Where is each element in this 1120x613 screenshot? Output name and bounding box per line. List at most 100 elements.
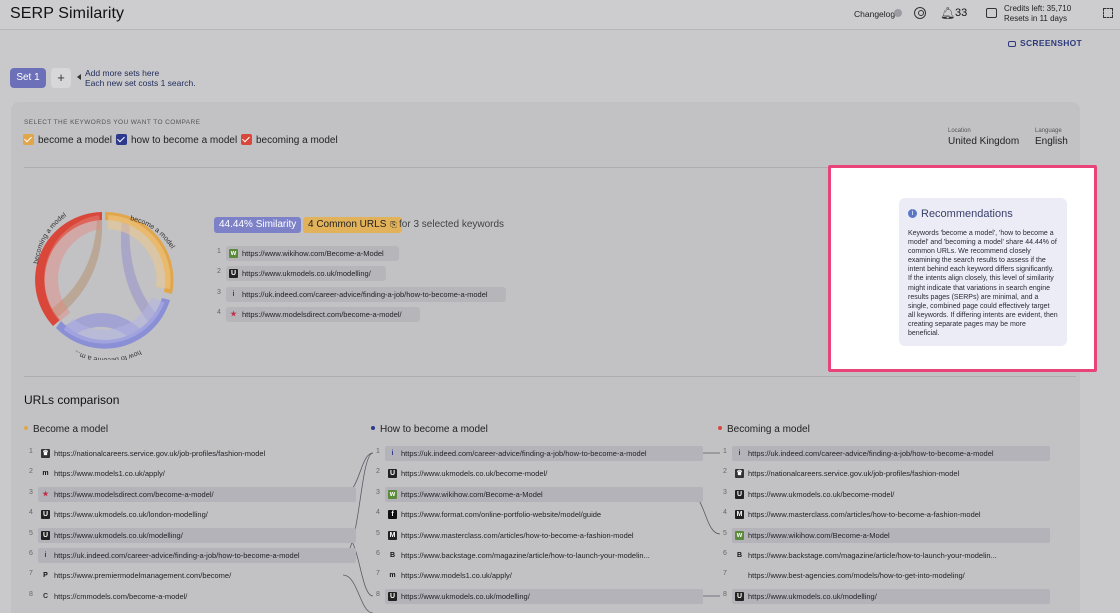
comparison-url-pill[interactable]: i https://uk.indeed.com/career-advice/fin… [385,446,703,461]
comparison-url[interactable]: https://www.masterclass.com/articles/how… [748,510,981,519]
common-url[interactable]: https://www.modelsdirect.com/become-a-mo… [242,310,402,319]
comparison-row[interactable]: 3 Uhttps://www.ukmodels.co.uk/become-mode… [720,487,1050,502]
comparison-url[interactable]: https://www.wikihow.com/Become-a-Model [401,490,543,499]
comparison-url-pill[interactable]: ♛ https://nationalcareers.service.gov.uk/… [732,466,1050,481]
comparison-url[interactable]: https://uk.indeed.com/career-advice/find… [54,551,300,560]
comparison-url[interactable]: https://uk.indeed.com/career-advice/find… [748,449,994,458]
comparison-row[interactable]: 7 m https://www.models1.co.uk/apply/ [373,568,703,583]
copy-icon[interactable]: ⎘ [390,220,396,229]
comparison-url-pill[interactable]: m https://www.models1.co.uk/apply/ [38,466,356,481]
comparison-url-pill[interactable]: Phttps://www.premiermodelmanagement.com/… [38,568,356,583]
comparison-url[interactable]: https://www.ukmodels.co.uk/modelling/ [748,592,877,601]
user-icon[interactable] [914,7,926,19]
comparison-url[interactable]: https://www.models1.co.uk/apply/ [54,469,165,478]
comparison-row[interactable]: 2 Uhttps://www.ukmodels.co.uk/become-mode… [373,466,703,481]
comparison-row[interactable]: 4 Uhttps://www.ukmodels.co.uk/london-mode… [26,507,356,522]
comparison-url-pill[interactable]: Uhttps://www.ukmodels.co.uk/modelling/ [38,527,356,543]
set-tab-1[interactable]: Set 1 [10,68,46,88]
comparison-url-pill[interactable]: https://www.best-agencies.com/models/how… [732,568,1050,583]
add-set-button[interactable]: + [51,68,71,88]
comparison-url-pill[interactable]: Uhttps://www.ukmodels.co.uk/modelling/ [385,588,703,604]
comparison-row[interactable]: 2 ♛ https://nationalcareers.service.gov.uk… [720,466,1050,481]
comparison-row[interactable]: 8 Chttps://cmmodels.com/become-a-model/ [26,589,356,604]
comparison-row[interactable]: 5 w https://www.wikihow.com/Become-a-Model [720,527,1050,543]
comparison-url[interactable]: https://www.best-agencies.com/models/how… [748,571,965,580]
common-url[interactable]: https://www.wikihow.com/Become-a-Model [242,249,384,258]
bell-icon[interactable]: 🔔︎ [940,6,955,20]
comparison-row[interactable]: 5 Uhttps://www.ukmodels.co.uk/modelling/ [26,527,356,543]
comparison-url[interactable]: https://www.premiermodelmanagement.com/b… [54,571,231,580]
comparison-url-pill[interactable]: Uhttps://www.ukmodels.co.uk/become-model… [385,466,703,481]
comparison-row[interactable]: 2 m https://www.models1.co.uk/apply/ [26,466,356,481]
comparison-row[interactable]: 1 ♛ https://nationalcareers.service.gov.uk… [26,446,356,461]
comparison-row[interactable]: 1 i https://uk.indeed.com/career-advice/fi… [720,446,1050,461]
comparison-url[interactable]: https://www.backstage.com/magazine/artic… [748,551,997,560]
common-url-pill[interactable]: i https://uk.indeed.com/career-advice/fin… [226,287,506,302]
comparison-url[interactable]: https://www.ukmodels.co.uk/become-model/ [748,490,894,499]
comparison-url-pill[interactable]: Mhttps://www.masterclass.com/articles/ho… [732,507,1050,522]
comparison-row[interactable]: 4 Mhttps://www.masterclass.com/articles/h… [720,507,1050,522]
comparison-url-pill[interactable]: Uhttps://www.ukmodels.co.uk/become-model… [732,487,1050,502]
comparison-row[interactable]: 5 Mhttps://www.masterclass.com/articles/h… [373,528,703,543]
comparison-url-pill[interactable]: i https://uk.indeed.com/career-advice/fin… [732,446,1050,461]
comparison-url-pill[interactable]: Bhttps://www.backstage.com/magazine/arti… [732,548,1050,563]
comparison-url[interactable]: https://cmmodels.com/become-a-model/ [54,592,187,601]
screenshot-button[interactable]: SCREENSHOT [1008,38,1082,48]
comparison-row[interactable]: 4 f https://www.format.com/online-portfoli… [373,507,703,522]
common-urls-badge[interactable]: 4 Common URLS ⎘ [303,217,402,233]
checkbox-icon[interactable] [241,134,252,145]
comparison-url[interactable]: https://www.masterclass.com/articles/how… [401,531,634,540]
changelog-label[interactable]: Changelog [854,9,895,19]
comparison-url-pill[interactable]: Chttps://cmmodels.com/become-a-model/ [38,589,356,604]
keyword-checkbox-become-a-model[interactable]: become a model [23,134,112,146]
comparison-url[interactable]: https://www.backstage.com/magazine/artic… [401,551,650,560]
comparison-url-pill[interactable]: w https://www.wikihow.com/Become-a-Model [732,527,1050,543]
comparison-row[interactable]: 6 Bhttps://www.backstage.com/magazine/art… [373,548,703,563]
comparison-url-pill[interactable]: f https://www.format.com/online-portfolio… [385,507,703,522]
checkbox-icon[interactable] [116,134,127,145]
language-label: Language [1035,128,1062,134]
common-url[interactable]: https://www.ukmodels.co.uk/modelling/ [242,269,371,278]
comparison-url[interactable]: https://uk.indeed.com/career-advice/find… [401,449,647,458]
divider [24,376,1076,377]
common-url[interactable]: https://uk.indeed.com/career-advice/find… [242,290,488,299]
comparison-row[interactable]: 7 Phttps://www.premiermodelmanagement.com… [26,568,356,583]
comparison-url-pill[interactable]: Bhttps://www.backstage.com/magazine/arti… [385,548,703,563]
common-url-pill[interactable]: w https://www.wikihow.com/Become-a-Model [226,246,399,261]
comparison-url[interactable]: https://www.models1.co.uk/apply/ [401,571,512,580]
comparison-url-pill[interactable]: Uhttps://www.ukmodels.co.uk/modelling/ [732,588,1050,604]
comparison-row[interactable]: 6 i https://uk.indeed.com/career-advice/fi… [26,548,356,563]
comparison-row[interactable]: 8 Uhttps://www.ukmodels.co.uk/modelling/ [373,588,703,604]
comparison-url-pill[interactable]: ★ https://www.modelsdirect.com/become-a-m… [38,486,356,502]
comparison-row[interactable]: 1 i https://uk.indeed.com/career-advice/fi… [373,446,703,461]
keyword-checkbox-becoming-a-model[interactable]: becoming a model [241,134,338,146]
comparison-url[interactable]: https://www.modelsdirect.com/become-a-mo… [54,490,214,499]
comparison-url[interactable]: https://www.wikihow.com/Become-a-Model [748,531,890,540]
comparison-url[interactable]: https://www.ukmodels.co.uk/modelling/ [54,531,183,540]
comparison-row[interactable]: 3 ★ https://www.modelsdirect.com/become-a-… [26,486,356,502]
comparison-url[interactable]: https://nationalcareers.service.gov.uk/j… [54,449,265,458]
notification-count[interactable]: 33 [955,7,967,19]
changelog-toggle[interactable] [894,9,902,17]
fullscreen-icon[interactable] [1103,8,1113,18]
comparison-url[interactable]: https://www.ukmodels.co.uk/become-model/ [401,469,547,478]
comparison-row[interactable]: 6 Bhttps://www.backstage.com/magazine/art… [720,548,1050,563]
comparison-row[interactable]: 7 https://www.best-agencies.com/models/ho… [720,568,1050,583]
comparison-url[interactable]: https://www.format.com/online-portfolio-… [401,510,601,519]
checkbox-icon[interactable] [23,134,34,145]
comparison-url-pill[interactable]: i https://uk.indeed.com/career-advice/fin… [38,548,356,563]
comparison-url[interactable]: https://nationalcareers.service.gov.uk/j… [748,469,959,478]
comparison-url[interactable]: https://www.ukmodels.co.uk/london-modell… [54,510,208,519]
comparison-url-pill[interactable]: m https://www.models1.co.uk/apply/ [385,568,703,583]
comparison-row[interactable]: 8 Uhttps://www.ukmodels.co.uk/modelling/ [720,588,1050,604]
comparison-url-pill[interactable]: Mhttps://www.masterclass.com/articles/ho… [385,528,703,543]
wikihow-icon: w [735,530,744,540]
comparison-url-pill[interactable]: Uhttps://www.ukmodels.co.uk/london-model… [38,507,356,522]
common-url-pill[interactable]: ★ https://www.modelsdirect.com/become-a-m… [226,307,420,322]
comparison-row[interactable]: 3 w https://www.wikihow.com/Become-a-Model [373,486,703,502]
keyword-checkbox-how-to-become-a-model[interactable]: how to become a model [116,134,237,146]
comparison-url[interactable]: https://www.ukmodels.co.uk/modelling/ [401,592,530,601]
comparison-url-pill[interactable]: w https://www.wikihow.com/Become-a-Model [385,486,703,502]
common-url-pill[interactable]: Uhttps://www.ukmodels.co.uk/modelling/ [226,266,386,281]
comparison-url-pill[interactable]: ♛ https://nationalcareers.service.gov.uk/… [38,446,356,461]
